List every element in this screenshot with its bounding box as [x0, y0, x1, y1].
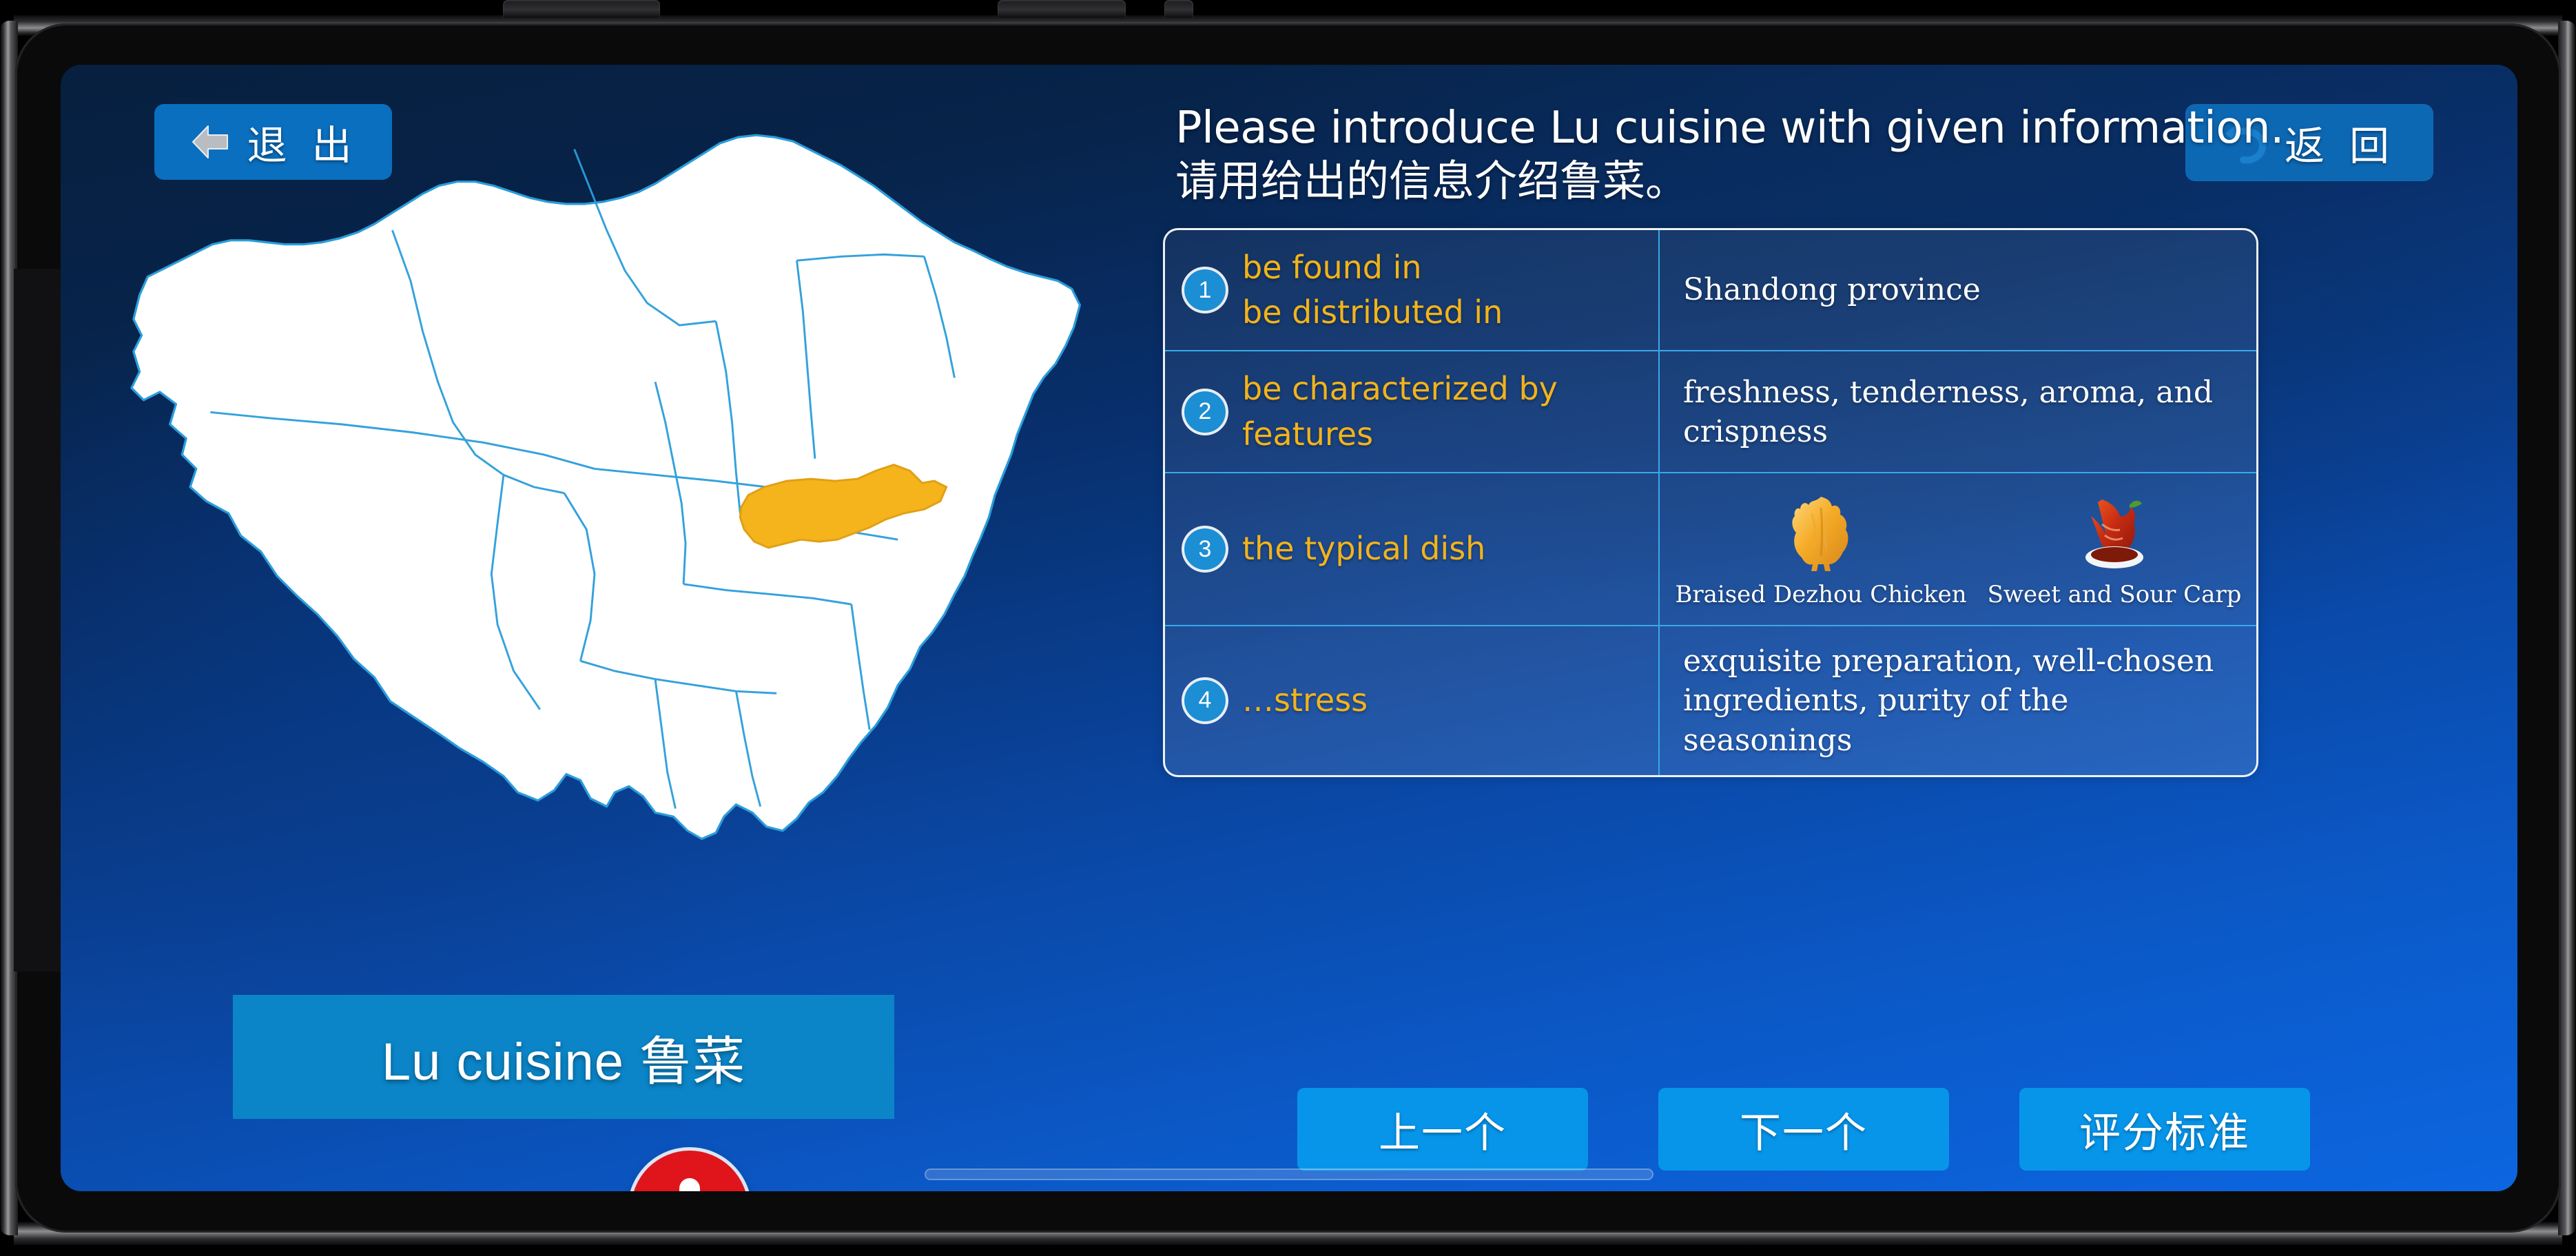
table-cell-keyword: 4 …stress [1165, 626, 1660, 775]
keyword-group: be characterized by features [1242, 367, 1558, 457]
prompt-chinese: 请用给出的信息介绍鲁菜。 [1175, 158, 1689, 206]
row-number-badge: 4 [1184, 679, 1226, 721]
cuisine-title-text: Lu cuisine 鲁菜 [381, 1033, 746, 1091]
roast-chicken-icon [1777, 493, 1865, 574]
table-cell-value: Braised Dezhou Chicken Sweet and Sour Ca… [1660, 473, 2256, 625]
volume-down-button[interactable] [1164, 0, 1193, 18]
power-button[interactable] [503, 0, 660, 18]
row-number-badge: 2 [1184, 391, 1226, 433]
phone-device-frame: 退 出 返 回 Lu cuisine 鲁菜 Please introduce L… [0, 0, 2576, 1256]
question-panel: Please introduce Lu cuisine with given i… [1163, 103, 2472, 777]
row-number-badge: 3 [1184, 528, 1226, 570]
keyword-line: be characterized by [1242, 370, 1558, 408]
app-screen: 退 出 返 回 Lu cuisine 鲁菜 Please introduce L… [61, 65, 2517, 1191]
fried-carp-icon [2070, 493, 2158, 574]
scoring-criteria-button[interactable]: 评分标准 [2019, 1088, 2310, 1171]
dish-gallery: Braised Dezhou Chicken Sweet and Sour Ca… [1675, 488, 2252, 610]
keyword-group: the typical dish [1242, 526, 1485, 571]
table-cell-keyword: 1 be found in be distributed in [1165, 229, 1660, 351]
microphone-icon [679, 1178, 700, 1191]
table-row: 4 …stress exquisite preparation, well-ch… [1165, 626, 2256, 775]
keyword-line: features [1242, 415, 1374, 453]
keyword-group: be found in be distributed in [1242, 245, 1503, 336]
keyword-line: …stress [1242, 681, 1368, 719]
table-cell-keyword: 3 the typical dish [1165, 473, 1660, 626]
dish-item: Sweet and Sour Carp [1977, 493, 2252, 610]
cuisine-title-label: Lu cuisine 鲁菜 [233, 995, 894, 1119]
home-indicator[interactable] [925, 1169, 1653, 1180]
keyword-line: be distributed in [1242, 294, 1503, 331]
prompt-english: Please introduce Lu cuisine with given i… [1175, 103, 2284, 154]
dish-item: Braised Dezhou Chicken [1675, 493, 1967, 610]
table-cell-value: exquisite preparation, well-chosen ingre… [1683, 644, 2214, 758]
dish-caption: Sweet and Sour Carp [1987, 581, 2242, 609]
table-cell-value: Shandong province [1683, 272, 1981, 308]
keyword-line: the typical dish [1242, 530, 1486, 568]
information-table: 1 be found in be distributed in Shandong… [1163, 227, 2258, 777]
table-cell-keyword: 2 be characterized by features [1165, 351, 1660, 473]
keyword-group: …stress [1242, 678, 1368, 723]
volume-up-button[interactable] [998, 0, 1126, 18]
table-row: 1 be found in be distributed in Shandong… [1165, 229, 2256, 352]
row-number-badge: 1 [1184, 269, 1226, 311]
dish-caption: Braised Dezhou Chicken [1675, 581, 1967, 609]
table-row: 3 the typical dish Braised Dezhou Chicke… [1165, 473, 2256, 627]
keyword-line: be found in [1242, 248, 1422, 286]
next-button[interactable]: 下一个 [1658, 1088, 1949, 1171]
table-row: 2 be characterized by features freshness… [1165, 351, 2256, 474]
action-bar: 上一个 下一个 评分标准 [1163, 1088, 2310, 1171]
table-cell-value: freshness, tenderness, aroma, and crispn… [1683, 374, 2214, 449]
microphone-record-button[interactable] [631, 1151, 748, 1191]
china-map[interactable] [88, 79, 1101, 857]
previous-button[interactable]: 上一个 [1297, 1088, 1588, 1171]
